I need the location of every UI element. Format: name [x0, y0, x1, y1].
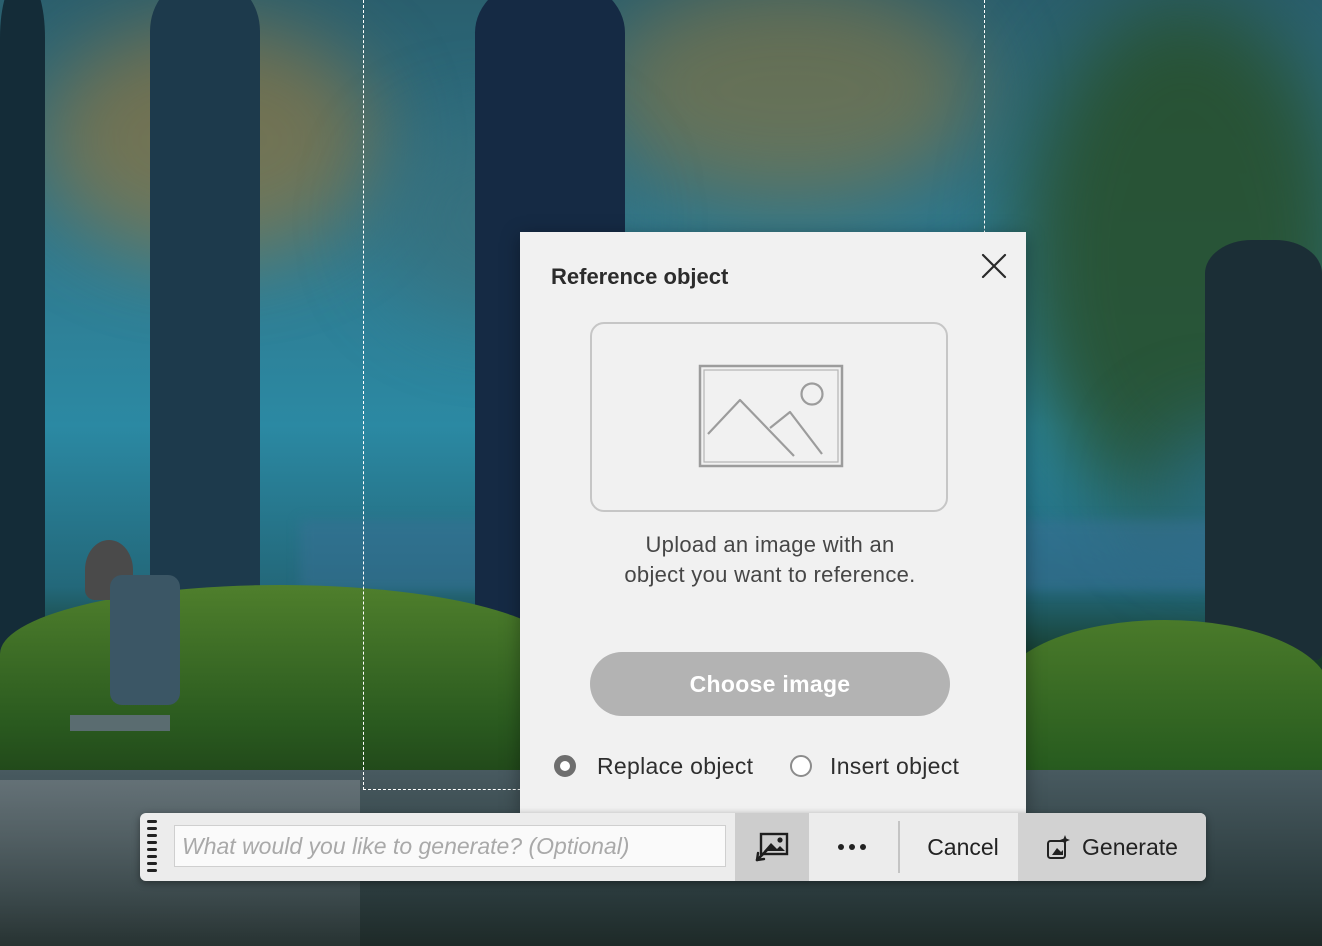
generate-icon: [1046, 834, 1072, 860]
image-placeholder-icon: [698, 364, 844, 468]
generate-toolbar: Cancel Generate: [140, 813, 1206, 881]
insert-object-option[interactable]: Insert object: [790, 750, 959, 782]
generate-button[interactable]: Generate: [1018, 813, 1206, 881]
reference-object-popover: Reference object Upload an image with an…: [520, 232, 1026, 814]
upload-instructions-line-2: object you want to reference.: [624, 562, 916, 587]
image-dropzone[interactable]: [590, 322, 948, 512]
upload-instructions: Upload an image with an object you want …: [560, 530, 980, 590]
reference-image-button[interactable]: [735, 813, 809, 881]
toolbar-divider: [898, 821, 900, 873]
close-button[interactable]: [976, 248, 1012, 284]
insert-object-label: Insert object: [830, 752, 960, 779]
replace-object-label: Replace object: [597, 752, 754, 779]
generate-label: Generate: [1082, 833, 1178, 860]
more-options-button[interactable]: [820, 813, 884, 881]
replace-object-radio[interactable]: [554, 755, 576, 777]
more-icon: [838, 844, 866, 850]
replace-object-option[interactable]: Replace object: [554, 750, 753, 782]
cancel-button[interactable]: Cancel: [910, 813, 1016, 881]
reference-image-icon: [755, 832, 789, 862]
insert-object-radio[interactable]: [790, 755, 812, 777]
upload-instructions-line-1: Upload an image with an: [645, 532, 895, 557]
prompt-input[interactable]: [174, 825, 726, 867]
close-icon: [981, 253, 1007, 279]
popover-title: Reference object: [551, 264, 729, 289]
drag-handle-icon[interactable]: [147, 818, 157, 876]
choose-image-button[interactable]: Choose image: [590, 652, 950, 716]
